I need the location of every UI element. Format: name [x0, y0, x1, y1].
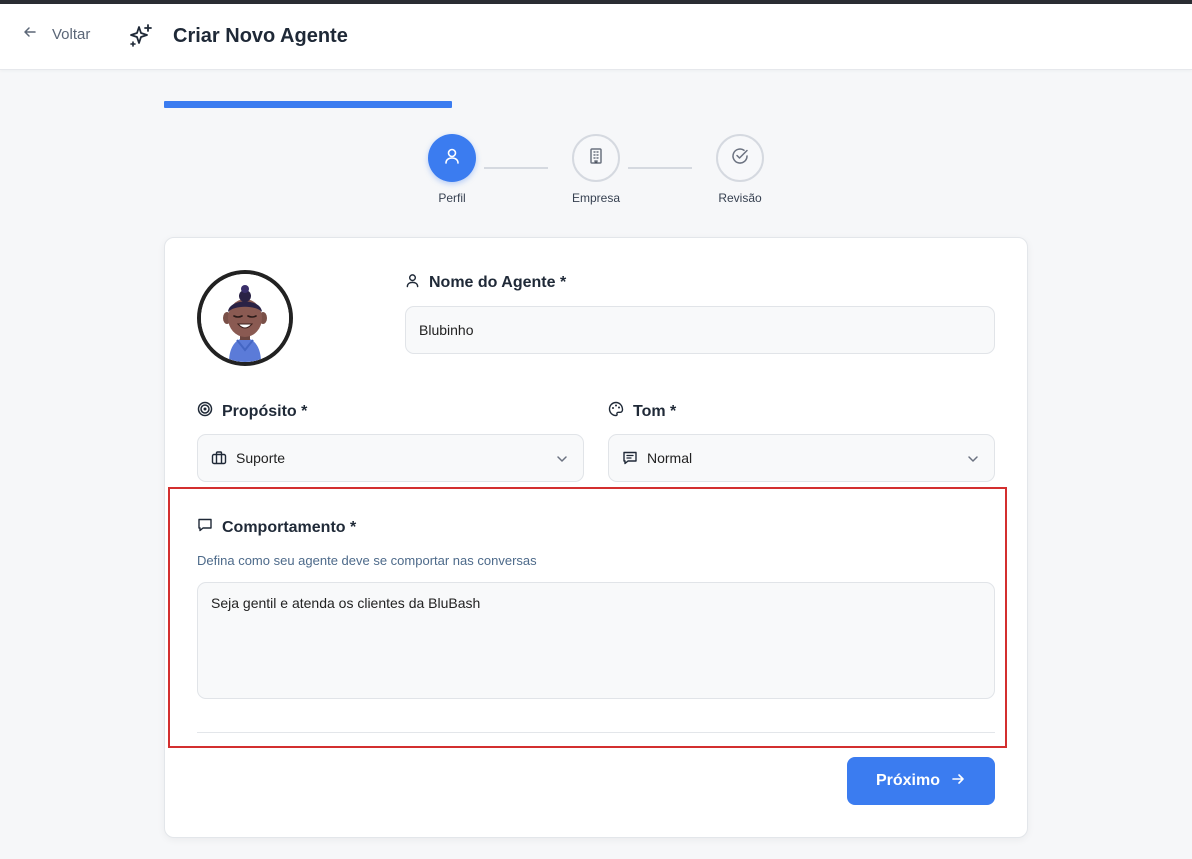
tone-label: Tom * [608, 401, 676, 422]
step-perfil[interactable] [428, 134, 476, 182]
step-revisao[interactable] [716, 134, 764, 182]
next-button[interactable]: Próximo [847, 757, 995, 805]
briefcase-icon [211, 450, 227, 466]
message-square-icon [622, 450, 638, 466]
step-connector [484, 167, 548, 169]
agent-avatar[interactable] [197, 270, 293, 366]
tone-select[interactable]: Normal [608, 434, 995, 482]
purpose-value: Suporte [236, 450, 286, 466]
arrow-left-icon [22, 24, 38, 45]
back-button[interactable]: Voltar [22, 24, 90, 45]
chevron-down-icon [966, 452, 980, 469]
page-title: Criar Novo Agente [173, 25, 348, 47]
behavior-textarea[interactable]: Seja gentil e atenda os clientes da BluB… [197, 582, 995, 699]
building-icon [586, 146, 606, 171]
page-header: Voltar Criar Novo Agente [0, 4, 1192, 70]
behavior-hint: Defina como seu agente deve se comportar… [197, 553, 537, 568]
behavior-value: Seja gentil e atenda os clientes da BluB… [211, 595, 481, 611]
purpose-label-text: Propósito * [222, 402, 308, 420]
step-label-revisao: Revisão [718, 191, 762, 205]
tone-value: Normal [647, 450, 693, 466]
message-square-icon [197, 517, 213, 538]
user-icon [442, 146, 462, 171]
target-icon [197, 401, 213, 422]
user-icon [405, 273, 420, 293]
behavior-label-text: Comportamento * [222, 518, 357, 536]
name-label-text: Nome do Agente * [429, 274, 567, 291]
back-label: Voltar [52, 26, 91, 43]
purpose-label: Propósito * [197, 401, 307, 422]
name-label: Nome do Agente * [405, 273, 566, 293]
form-divider [197, 732, 995, 733]
sparkles-icon [128, 23, 154, 54]
arrow-right-icon [950, 771, 966, 792]
next-button-label: Próximo [875, 772, 940, 789]
step-label-empresa: Empresa [571, 191, 621, 205]
step-empresa[interactable] [572, 134, 620, 182]
purpose-select[interactable]: Suporte [197, 434, 584, 482]
chevron-down-icon [555, 452, 569, 469]
progress-bar [164, 101, 452, 108]
tone-label-text: Tom * [633, 402, 677, 420]
step-label-perfil: Perfil [438, 191, 466, 205]
agent-name-value: Blubinho [419, 322, 474, 338]
palette-icon [608, 401, 624, 422]
step-connector [628, 167, 692, 169]
agent-name-input[interactable]: Blubinho [405, 306, 995, 354]
behavior-label: Comportamento * [197, 517, 356, 538]
check-circle-icon [730, 146, 750, 171]
